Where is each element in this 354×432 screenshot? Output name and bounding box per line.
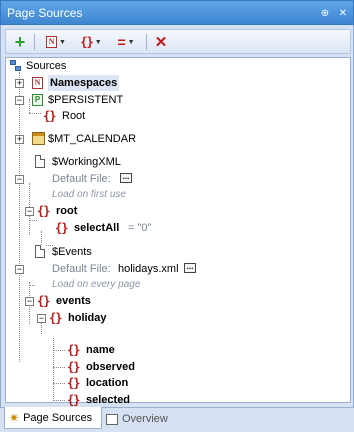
- chevron-down-icon: ▼: [94, 38, 102, 46]
- chevron-down-icon: ▼: [59, 38, 66, 46]
- tree-node-root-element[interactable]: − {} root: [6, 203, 126, 219]
- element-icon: {}: [43, 109, 56, 123]
- expand-icon[interactable]: +: [15, 135, 24, 144]
- close-icon[interactable]: ✕: [337, 8, 349, 20]
- window-title: Page Sources: [7, 6, 83, 20]
- collapse-icon[interactable]: −: [25, 297, 34, 306]
- tree-node-namespaces[interactable]: + N Namespaces: [6, 75, 146, 91]
- tree-node-mt-calendar[interactable]: + $MT_CALENDAR: [6, 131, 166, 147]
- default-file-row: − Default File: ...: [6, 171, 166, 187]
- browse-button[interactable]: ...: [120, 173, 132, 183]
- pin-icon[interactable]: ⊕: [319, 8, 331, 20]
- add-icon: +: [14, 32, 26, 52]
- add-button[interactable]: +: [12, 33, 28, 51]
- node-label: selected: [86, 394, 131, 406]
- node-label: $MT_CALENDAR: [48, 133, 137, 145]
- page-sources-frame: + N ▼ {} ▼ = ▼ ✕ Sources + N Namespaces …: [0, 25, 354, 407]
- tree-node-events[interactable]: − {} events: [6, 293, 126, 309]
- collapse-icon[interactable]: −: [37, 314, 46, 323]
- element-icon: {}: [37, 294, 50, 308]
- node-label: root: [56, 205, 78, 217]
- browse-button[interactable]: ...: [184, 263, 196, 273]
- tab-bar: ✷ Page Sources Overview: [0, 407, 354, 432]
- add-attribute-button[interactable]: = ▼: [112, 33, 140, 51]
- element-icon: {}: [67, 343, 80, 357]
- gear-icon: ✷: [9, 410, 20, 425]
- node-label: observed: [86, 361, 135, 373]
- tree-node-root[interactable]: {} Root: [6, 108, 126, 124]
- tab-label: Overview: [122, 413, 168, 425]
- tree-node-events-source[interactable]: $Events: [6, 244, 166, 260]
- toolbar-separator: [34, 34, 35, 50]
- tree-node-working-xml[interactable]: $WorkingXML: [6, 154, 166, 170]
- element-icon: {}: [55, 221, 68, 235]
- node-label: $PERSISTENT: [48, 94, 124, 106]
- node-label: Namespaces: [48, 75, 120, 91]
- element-icon: {}: [80, 35, 93, 49]
- collapse-icon[interactable]: −: [25, 207, 34, 216]
- element-icon: {}: [49, 311, 62, 325]
- tree-node-sources[interactable]: Sources: [6, 58, 126, 74]
- default-file-label: Default File:: [52, 173, 111, 185]
- namespace-icon: N: [46, 36, 58, 48]
- node-label: $Events: [52, 246, 92, 258]
- default-file-label: Default File:: [52, 263, 111, 275]
- tree-node-location[interactable]: {} location: [6, 375, 146, 391]
- chevron-down-icon: ▼: [127, 38, 135, 46]
- toolbar-separator: [146, 34, 147, 50]
- node-label: Root: [62, 110, 86, 122]
- tree-node-observed[interactable]: {} observed: [6, 359, 146, 375]
- tree-node-holiday[interactable]: − {} holiday: [6, 310, 146, 326]
- element-icon: {}: [37, 204, 50, 218]
- tab-overview[interactable]: Overview: [106, 410, 168, 428]
- node-label: name: [86, 344, 115, 356]
- element-icon: {}: [67, 360, 80, 374]
- element-icon: {}: [67, 376, 80, 390]
- delete-button[interactable]: ✕: [152, 33, 170, 51]
- toolbar: + N ▼ {} ▼ = ▼ ✕: [5, 29, 351, 54]
- delete-icon: ✕: [154, 34, 168, 51]
- node-label: location: [86, 377, 129, 389]
- tree-node-persistent[interactable]: − P $PERSISTENT: [6, 92, 146, 108]
- overview-icon: [106, 413, 118, 425]
- node-label: selectAll: [74, 222, 120, 234]
- tab-label: Page Sources: [23, 411, 93, 424]
- default-file-value: holidays.xml: [118, 263, 179, 275]
- title-bar: Page Sources ⊕ ✕: [0, 0, 354, 25]
- tree-node-select-all[interactable]: {} selectAll = "0": [6, 220, 186, 236]
- sources-tree: Sources + N Namespaces − P $PERSISTENT {…: [5, 57, 351, 407]
- namespace-icon: N: [32, 77, 43, 89]
- collapse-icon[interactable]: −: [15, 265, 24, 274]
- calendar-icon: [32, 132, 45, 145]
- persistent-icon: P: [32, 94, 43, 106]
- load-note: Load on first use: [52, 189, 126, 200]
- document-icon: [35, 245, 45, 258]
- expand-icon[interactable]: +: [15, 79, 24, 88]
- node-value: = "0": [128, 222, 152, 234]
- sources-icon: [10, 60, 22, 72]
- tree-node-name[interactable]: {} name: [6, 342, 146, 358]
- node-label: holiday: [68, 312, 107, 324]
- node-label: events: [56, 295, 91, 307]
- default-file-row: − Default File: holidays.xml ...: [6, 261, 206, 277]
- element-icon: {}: [67, 393, 80, 407]
- collapse-icon[interactable]: −: [15, 96, 24, 105]
- tab-page-sources[interactable]: ✷ Page Sources: [4, 407, 102, 429]
- load-note: Load on every page: [52, 279, 141, 290]
- document-icon: [35, 155, 45, 168]
- add-element-button[interactable]: {} ▼: [76, 33, 106, 51]
- node-label: $WorkingXML: [52, 156, 121, 168]
- add-namespace-button[interactable]: N ▼: [42, 33, 70, 51]
- tree-node-selected[interactable]: {} selected: [6, 392, 146, 408]
- collapse-icon[interactable]: −: [15, 175, 24, 184]
- equals-icon: =: [117, 34, 126, 50]
- tree-connector: [29, 285, 35, 286]
- node-label: Sources: [26, 60, 67, 72]
